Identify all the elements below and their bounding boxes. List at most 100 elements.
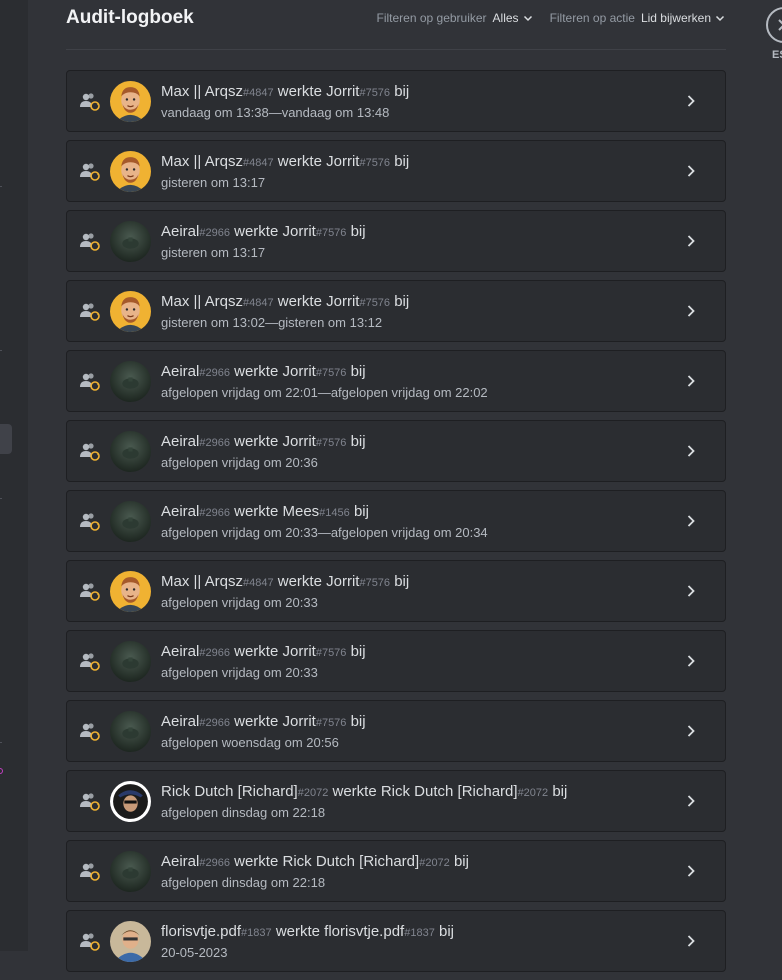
- actor-name[interactable]: Aeiral: [161, 853, 199, 870]
- actor-discriminator: #2966: [199, 367, 230, 379]
- target-name[interactable]: Jorrit: [282, 433, 315, 450]
- chevron-down-icon: [715, 15, 725, 22]
- audit-log-entry[interactable]: Max || Arqsz#4847 werkte Jorrit#7576 bij…: [66, 140, 726, 202]
- member-update-icon: [79, 162, 101, 182]
- action-suffix: bij: [350, 223, 366, 240]
- actor-name[interactable]: Max || Arqsz: [161, 293, 243, 310]
- audit-log-entry[interactable]: Aeiral#2966 werkte Jorrit#7576 bij afgel…: [66, 350, 726, 412]
- audit-log-entry[interactable]: Rick Dutch [Richard]#2072 werkte Rick Du…: [66, 770, 726, 832]
- chevron-right-icon: [687, 655, 695, 667]
- actor-name[interactable]: Aeiral: [161, 433, 199, 450]
- avatar[interactable]: [110, 921, 151, 962]
- user-filter-value: Alles: [492, 11, 519, 25]
- target-name[interactable]: Jorrit: [326, 293, 359, 310]
- chevron-right-icon: [687, 165, 695, 177]
- target-name[interactable]: Jorrit: [282, 223, 315, 240]
- user-filter-dropdown[interactable]: Alles: [493, 11, 534, 25]
- member-update-icon: [79, 722, 101, 742]
- member-update-icon: [80, 233, 100, 251]
- avatar[interactable]: [110, 571, 151, 612]
- member-update-icon: [80, 863, 100, 881]
- audit-log-panel: Audit-logboek Filteren op gebruiker Alle…: [66, 0, 726, 972]
- avatar[interactable]: [110, 291, 151, 332]
- sidebar-item-selected[interactable]: [0, 424, 12, 454]
- entry-timestamp: vandaag om 13:38—vandaag om 13:48: [161, 105, 390, 120]
- target-discriminator: #7576: [359, 297, 391, 309]
- audit-log-entry[interactable]: Aeiral#2966 werkte Jorrit#7576 bij giste…: [66, 210, 726, 272]
- avatar[interactable]: [110, 361, 151, 402]
- audit-log-entry[interactable]: Aeiral#2966 werkte Mees#1456 bij afgelop…: [66, 490, 726, 552]
- avatar[interactable]: [110, 641, 151, 682]
- audit-log-entry[interactable]: Max || Arqsz#4847 werkte Jorrit#7576 bij…: [66, 560, 726, 622]
- actor-name[interactable]: Aeiral: [161, 713, 199, 730]
- actor-discriminator: #4847: [242, 157, 274, 169]
- chevron-right-icon: [687, 305, 695, 317]
- audit-log-entry[interactable]: florisvtje.pdf#1837 werkte florisvtje.pd…: [66, 910, 726, 972]
- target-name[interactable]: Jorrit: [282, 363, 315, 380]
- actor-name[interactable]: Max || Arqsz: [161, 83, 243, 100]
- audit-log-entry[interactable]: Aeiral#2966 werkte Rick Dutch [Richard]#…: [66, 840, 726, 902]
- member-update-icon: [79, 512, 101, 532]
- target-name[interactable]: Mees: [282, 503, 319, 520]
- audit-log-entry[interactable]: Max || Arqsz#4847 werkte Jorrit#7576 bij…: [66, 280, 726, 342]
- member-update-icon: [80, 583, 100, 601]
- avatar[interactable]: [110, 81, 151, 122]
- entry-timestamp: afgelopen woensdag om 20:56: [161, 735, 339, 750]
- sidebar-divider: [0, 350, 2, 351]
- target-name[interactable]: Jorrit: [326, 83, 359, 100]
- target-name[interactable]: Jorrit: [282, 643, 315, 660]
- member-update-icon: [79, 792, 101, 812]
- actor-name[interactable]: Max || Arqsz: [161, 573, 243, 590]
- actor-discriminator: #2966: [199, 227, 230, 239]
- actor-name[interactable]: Aeiral: [161, 223, 199, 240]
- action-verb: werkte: [277, 153, 322, 170]
- avatar[interactable]: [110, 851, 151, 892]
- actor-name[interactable]: Rick Dutch [Richard]: [161, 783, 298, 800]
- member-update-icon: [79, 302, 101, 322]
- entry-timestamp: 20-05-2023: [161, 945, 228, 960]
- close-button[interactable]: [766, 7, 782, 43]
- entry-timestamp: afgelopen vrijdag om 20:33: [161, 665, 318, 680]
- audit-log-entry[interactable]: Aeiral#2966 werkte Jorrit#7576 bij afgel…: [66, 700, 726, 762]
- member-update-icon: [79, 232, 101, 252]
- entry-timestamp: gisteren om 13:17: [161, 175, 266, 190]
- entry-summary: Aeiral#2966 werkte Jorrit#7576 bij: [161, 363, 366, 380]
- avatar[interactable]: [110, 501, 151, 542]
- actor-name[interactable]: Aeiral: [161, 363, 199, 380]
- member-update-icon: [79, 92, 101, 112]
- action-verb: werkte: [332, 783, 377, 800]
- avatar[interactable]: [110, 431, 151, 472]
- audit-log-entry[interactable]: Aeiral#2966 werkte Jorrit#7576 bij afgel…: [66, 630, 726, 692]
- target-name[interactable]: Rick Dutch [Richard]: [282, 853, 419, 870]
- target-discriminator: #7576: [359, 157, 391, 169]
- avatar[interactable]: [110, 781, 151, 822]
- target-name[interactable]: Jorrit: [282, 713, 315, 730]
- audit-log-entry[interactable]: Aeiral#2966 werkte Jorrit#7576 bij afgel…: [66, 420, 726, 482]
- chevron-down-icon: [523, 15, 532, 22]
- avatar[interactable]: [110, 151, 151, 192]
- chevron-right-icon: [687, 445, 695, 457]
- action-suffix: bij: [394, 293, 410, 310]
- actor-name[interactable]: Max || Arqsz: [161, 153, 243, 170]
- target-name[interactable]: Jorrit: [326, 573, 359, 590]
- entry-summary: Aeiral#2966 werkte Jorrit#7576 bij: [161, 223, 366, 240]
- avatar[interactable]: [110, 711, 151, 752]
- target-discriminator: #7576: [359, 87, 391, 99]
- target-name[interactable]: Jorrit: [326, 153, 359, 170]
- actor-name[interactable]: Aeiral: [161, 643, 199, 660]
- actor-discriminator: #2966: [199, 857, 230, 869]
- audit-log-entry[interactable]: Max || Arqsz#4847 werkte Jorrit#7576 bij…: [66, 70, 726, 132]
- target-name[interactable]: florisvtje.pdf: [324, 923, 404, 940]
- target-name[interactable]: Rick Dutch [Richard]: [381, 783, 518, 800]
- chevron-right-icon: [687, 235, 695, 247]
- actor-name[interactable]: florisvtje.pdf: [161, 923, 241, 940]
- actor-name[interactable]: Aeiral: [161, 503, 199, 520]
- avatar[interactable]: [110, 221, 151, 262]
- chevron-right-icon: [687, 95, 695, 107]
- action-suffix: bij: [394, 83, 410, 100]
- entry-summary: Max || Arqsz#4847 werkte Jorrit#7576 bij: [161, 573, 409, 590]
- member-update-icon: [80, 513, 100, 531]
- action-filter-dropdown[interactable]: Lid bijwerken: [641, 11, 726, 25]
- action-filter-label: Filteren op actie: [549, 11, 635, 25]
- entry-timestamp: afgelopen vrijdag om 20:33: [161, 595, 318, 610]
